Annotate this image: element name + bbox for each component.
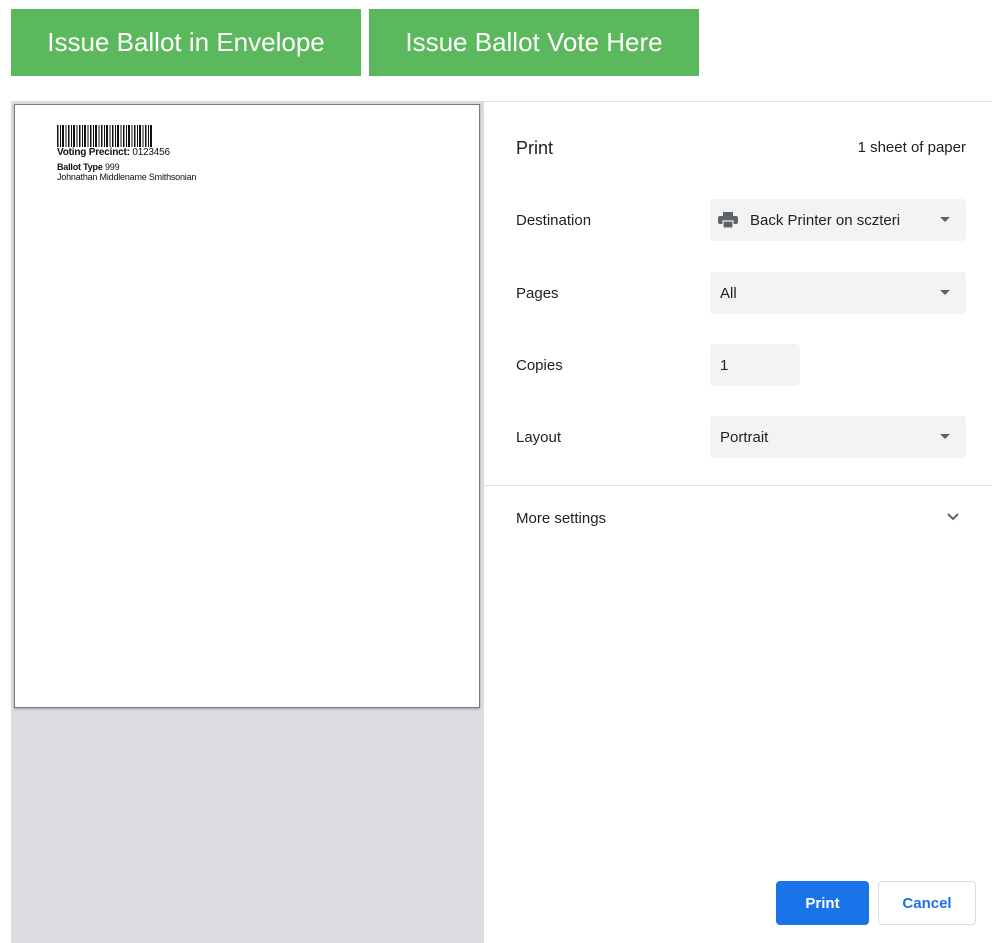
pages-value: All [720, 284, 737, 302]
chevron-down-icon [940, 217, 950, 222]
print-title: Print [516, 138, 554, 158]
destination-value: Back Printer on sczteri [750, 211, 901, 229]
destination-label: Destination [516, 212, 592, 229]
layout-label: Layout [516, 429, 562, 446]
print-settings-panel: Print 1 sheet of paper Destination Back … [484, 101, 992, 943]
ballot-type-label: Ballot Type [57, 162, 103, 172]
voting-precinct-value: 0123456 [132, 147, 170, 158]
issue-ballot-vote-here-button[interactable]: Issue Ballot Vote Here [369, 9, 699, 76]
voting-precinct-line: Voting Precinct: 0123456 [57, 148, 170, 158]
voting-precinct-label: Voting Precinct: [57, 147, 130, 158]
voter-name: Johnathan Middlename Smithsonian [57, 172, 197, 182]
pages-select[interactable]: All [710, 272, 966, 314]
sheet-count: 1 sheet of paper [857, 139, 966, 156]
pages-label: Pages [516, 285, 559, 302]
print-preview-pane: Voting Precinct: 0123456 Ballot Type 999… [11, 101, 484, 943]
issue-ballot-in-envelope-button[interactable]: Issue Ballot in Envelope [11, 9, 361, 76]
destination-select[interactable]: Back Printer on sczteri [710, 199, 966, 241]
divider [484, 485, 992, 486]
preview-sheet: Voting Precinct: 0123456 Ballot Type 999… [14, 104, 480, 708]
chevron-down-icon [940, 434, 950, 439]
layout-value: Portrait [720, 428, 769, 446]
barcode-icon [57, 125, 152, 147]
copies-label: Copies [516, 357, 563, 374]
copies-input[interactable] [710, 344, 800, 386]
chevron-down-icon[interactable] [946, 512, 960, 522]
ballot-type-line: Ballot Type 999 [57, 162, 120, 172]
more-settings-toggle[interactable]: More settings [516, 510, 606, 527]
print-button[interactable]: Print [776, 881, 869, 925]
ballot-type-value: 999 [104, 162, 120, 172]
chevron-down-icon [940, 290, 950, 295]
layout-select[interactable]: Portrait [710, 416, 966, 458]
cancel-button[interactable]: Cancel [878, 881, 976, 925]
printer-icon [718, 212, 738, 228]
